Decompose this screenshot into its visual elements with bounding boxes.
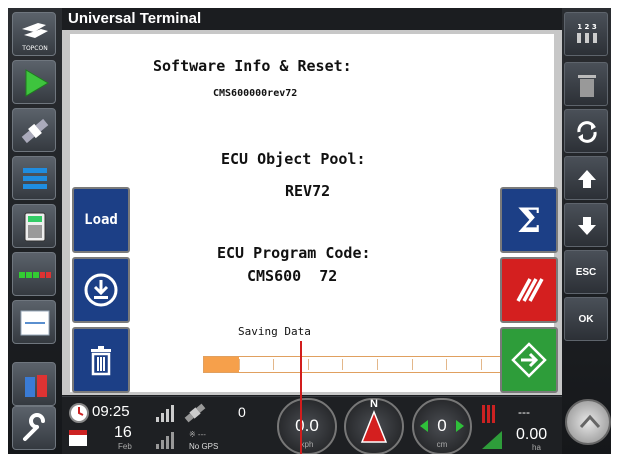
sigma-button[interactable]: Σ xyxy=(500,187,558,253)
annotation-line xyxy=(300,341,302,454)
app-title: Universal Terminal xyxy=(68,10,202,27)
progress-tick xyxy=(377,359,378,370)
implement-layout-icon[interactable] xyxy=(12,156,56,200)
clock-icon xyxy=(69,403,89,423)
arrow-up-button[interactable] xyxy=(564,156,608,200)
status-text: Saving Data xyxy=(238,325,311,338)
progress-tick xyxy=(412,359,413,370)
svg-text:Σ: Σ xyxy=(517,201,541,241)
modem-signal-icon xyxy=(156,432,174,449)
object-pool-label: ECU Object Pool: xyxy=(221,150,366,168)
fuel-can-icon[interactable] xyxy=(12,362,56,406)
program-code-value: CMS600 72 xyxy=(247,267,338,285)
software-info-heading: Software Info & Reset: xyxy=(153,57,352,75)
progress-tick xyxy=(446,359,447,370)
refresh-icon xyxy=(577,121,597,143)
compass-north: N xyxy=(370,398,378,410)
area-value: 0.00 xyxy=(516,426,548,443)
clock-time: 09:25 xyxy=(92,403,130,420)
progress-tick xyxy=(308,359,309,370)
load-button-label: Load xyxy=(84,212,118,228)
gps-satellite-icon xyxy=(184,403,206,423)
home-knob-button[interactable] xyxy=(565,399,611,445)
topcon-logo-label: TOPCON xyxy=(21,45,47,52)
triple-slash-icon xyxy=(516,278,544,302)
counters-label: 1 2 3 xyxy=(577,23,597,31)
offset-value: 0 xyxy=(437,416,447,435)
data-mask: Software Info & Reset: CMS600000rev72 EC… xyxy=(70,34,554,392)
area-unit: ha xyxy=(532,443,541,452)
offset-gauge: 0 cm xyxy=(412,398,472,454)
counters-button[interactable]: 1 2 3 xyxy=(564,12,608,56)
calendar-icon xyxy=(69,430,87,446)
trash-bin-button[interactable] xyxy=(564,62,608,106)
isobus-terminal-icon[interactable] xyxy=(12,300,56,344)
progress-bar xyxy=(203,356,551,373)
refresh-button[interactable] xyxy=(564,109,608,153)
coverage-bars-icon xyxy=(482,405,495,423)
gps-mode-indicator: ※ --- xyxy=(189,430,206,439)
speed-unit: kph xyxy=(300,440,314,449)
date-month: Feb xyxy=(118,442,132,451)
arrow-up-icon xyxy=(578,170,596,188)
progress-fill xyxy=(204,357,239,372)
right-sidebar: 1 2 3 ESC OK xyxy=(562,8,611,454)
offset-unit: cm xyxy=(436,440,448,449)
satellite-count: 0 xyxy=(238,404,246,420)
progress-tick xyxy=(273,359,274,370)
progress-tick xyxy=(239,359,240,370)
section-bar-icon[interactable] xyxy=(12,252,56,296)
progress-tick xyxy=(481,359,482,370)
terminal-screen: TOPCON Universal Terminal Software Info … xyxy=(8,8,611,454)
program-code-label: ECU Program Code: xyxy=(217,244,371,262)
speed-gauge: 0.0 kph xyxy=(277,398,337,454)
progress-tick xyxy=(342,359,343,370)
heading-compass: N xyxy=(344,398,404,454)
ok-button[interactable]: OK xyxy=(564,297,608,341)
esc-button[interactable]: ESC xyxy=(564,250,608,294)
sigma-icon: Σ xyxy=(517,201,541,241)
download-icon xyxy=(84,273,118,307)
speed-value: 0.0 xyxy=(295,416,319,435)
trash-icon xyxy=(91,346,111,376)
satellite-icon[interactable] xyxy=(12,108,56,152)
counters-icon: 1 2 3 xyxy=(577,23,597,43)
status-bar: 09:25 16 Feb 0 ※ --- No GPS 0.0 kph N 0 … xyxy=(62,396,562,454)
working-set-area: Software Info & Reset: CMS600000rev72 EC… xyxy=(62,30,562,395)
home-knob-icon xyxy=(579,414,601,429)
calculator-icon[interactable] xyxy=(12,204,56,248)
area-top-value: --- xyxy=(518,405,530,419)
wrench-icon[interactable] xyxy=(12,406,56,450)
delete-button[interactable] xyxy=(72,327,130,393)
enter-button[interactable] xyxy=(500,327,558,393)
signal-strength-icon xyxy=(156,405,174,422)
clear-button[interactable] xyxy=(500,257,558,323)
download-button[interactable] xyxy=(72,257,130,323)
enter-arrow-icon xyxy=(511,342,547,378)
arrow-down-button[interactable] xyxy=(564,203,608,247)
gps-status: No GPS xyxy=(189,442,219,451)
left-sidebar: TOPCON xyxy=(8,8,62,454)
date-day: 16 xyxy=(114,424,132,441)
arrow-down-icon xyxy=(578,217,596,235)
guidance-arrow-icon[interactable] xyxy=(12,60,56,104)
software-version: CMS600000rev72 xyxy=(213,88,298,99)
area-triangle-icon xyxy=(482,431,502,449)
topcon-logo-icon[interactable]: TOPCON xyxy=(12,12,56,56)
load-button[interactable]: Load xyxy=(72,187,130,253)
object-pool-value: REV72 xyxy=(285,182,331,200)
trash-bin-icon xyxy=(578,75,596,97)
